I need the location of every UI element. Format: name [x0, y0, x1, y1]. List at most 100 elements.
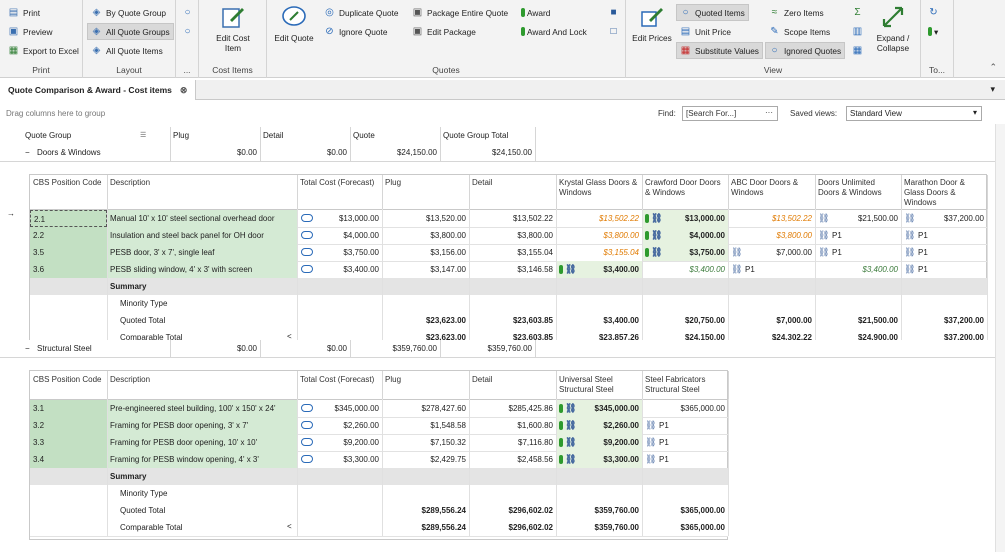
sigma-button[interactable]: Σ: [848, 4, 871, 21]
unit-price-toggle[interactable]: ▤ Unit Price: [676, 23, 735, 40]
column-header[interactable]: Universal Steel Structural Steel: [556, 371, 642, 399]
comment-icon-button[interactable]: ○: [178, 4, 201, 21]
comment-icon[interactable]: [301, 214, 313, 222]
cbs-code[interactable]: 2.1: [30, 210, 107, 227]
edit-cost-item-button[interactable]: Edit Cost Item: [207, 4, 259, 53]
link-icon[interactable]: ⛓: [645, 451, 656, 468]
comment-icon[interactable]: [301, 231, 313, 239]
total-cost[interactable]: $4,000.00: [297, 227, 382, 244]
vendor-quote-cell[interactable]: ⛓ P1: [901, 261, 987, 278]
award-icon[interactable]: [645, 248, 649, 258]
vendor-quote-cell[interactable]: ⛓ P1: [901, 227, 987, 244]
export-excel-button[interactable]: ▦ Export to Excel: [4, 42, 83, 59]
saved-views-select[interactable]: Standard View ▾: [846, 106, 982, 121]
award-dropdown-button[interactable]: ▾: [924, 23, 942, 40]
vendor-quote-cell[interactable]: ⛓ $37,200.00: [901, 210, 987, 227]
link-icon[interactable]: ⛓: [565, 261, 576, 278]
description[interactable]: Insulation and steel back panel for OH d…: [107, 227, 297, 244]
ellipsis-icon[interactable]: ···: [765, 108, 773, 117]
total-cost[interactable]: $13,000.00: [297, 210, 382, 227]
more-group-label[interactable]: ...: [176, 65, 198, 75]
award-and-lock-button[interactable]: Award And Lock: [517, 23, 591, 40]
link-icon[interactable]: ⛓: [651, 227, 662, 244]
vendor-quote-cell[interactable]: ⛓ $9,200.00: [556, 434, 642, 451]
substitute-values-toggle[interactable]: ▦ Substitute Values: [676, 42, 763, 59]
award-icon[interactable]: [559, 455, 563, 465]
column-header[interactable]: Steel Fabricators Structural Steel: [642, 371, 728, 399]
vendor-quote-cell[interactable]: $365,000.00: [642, 400, 728, 417]
link-icon[interactable]: ⛓: [645, 417, 656, 434]
link-icon[interactable]: ⛓: [651, 210, 662, 227]
vendor-quote-cell[interactable]: ⛓ $7,000.00: [728, 244, 815, 261]
link-icon[interactable]: ⛓: [731, 244, 742, 261]
column-header[interactable]: Detail: [469, 175, 556, 209]
column-header[interactable]: Crawford Door Doors & Windows: [642, 175, 728, 209]
link-icon[interactable]: ⛓: [818, 210, 829, 227]
description[interactable]: Framing for PESB door opening, 10' x 10': [107, 434, 297, 451]
find-input[interactable]: [Search For...] ···: [682, 106, 778, 121]
column-header[interactable]: Marathon Door & Glass Doors & Windows: [901, 175, 987, 209]
column-header[interactable]: CBS Position Code: [30, 371, 107, 399]
column-header[interactable]: Krystal Glass Doors & Windows: [556, 175, 642, 209]
detail-value[interactable]: $285,425.86: [469, 400, 556, 417]
award-icon[interactable]: [559, 265, 563, 275]
by-quote-group-button[interactable]: ◈ By Quote Group: [87, 4, 170, 21]
total-cost[interactable]: $3,400.00: [297, 261, 382, 278]
vendor-quote-cell[interactable]: ⛓ $2,260.00: [556, 417, 642, 434]
description[interactable]: PESB door, 3' x 7', single leaf: [107, 244, 297, 261]
duplicate-quote-button[interactable]: ◎ Duplicate Quote: [320, 4, 403, 21]
award-icon[interactable]: [559, 421, 563, 431]
vendor-quote-cell[interactable]: ⛓ $3,750.00: [642, 244, 728, 261]
award-icon[interactable]: [559, 404, 563, 414]
edit-package-button[interactable]: ▣ Edit Package: [408, 23, 480, 40]
group-header-c5[interactable]: Quote Group Total: [440, 127, 535, 144]
scope-items-toggle[interactable]: ✎ Scope Items: [765, 23, 834, 40]
lock-button[interactable]: ■: [604, 4, 627, 21]
total-cost[interactable]: $9,200.00: [297, 434, 382, 451]
zero-items-toggle[interactable]: ≈ Zero Items: [765, 4, 828, 21]
award-button[interactable]: Award: [517, 4, 554, 21]
total-cost[interactable]: $2,260.00: [297, 417, 382, 434]
detail-value[interactable]: $13,502.22: [469, 210, 556, 227]
comment-icon[interactable]: [301, 265, 313, 273]
edit-quote-button[interactable]: Edit Quote: [271, 4, 317, 43]
total-cost[interactable]: $3,300.00: [297, 451, 382, 468]
link-icon[interactable]: ⛓: [904, 210, 915, 227]
plug-value[interactable]: $3,156.00: [382, 244, 469, 261]
print-button[interactable]: ▤ Print: [4, 4, 44, 21]
total-cost[interactable]: $345,000.00: [297, 400, 382, 417]
group-header-c3[interactable]: Detail: [260, 127, 350, 144]
plug-value[interactable]: $278,427.60: [382, 400, 469, 417]
award-icon[interactable]: [559, 438, 563, 448]
unlock-button[interactable]: □: [604, 23, 627, 40]
link-icon[interactable]: ⛓: [818, 227, 829, 244]
comment-icon[interactable]: [301, 421, 313, 429]
package-entire-quote-button[interactable]: ▣ Package Entire Quote: [408, 4, 512, 21]
close-tab-icon[interactable]: ⊗: [180, 85, 188, 96]
plug-value[interactable]: $3,800.00: [382, 227, 469, 244]
column-header[interactable]: Plug: [382, 371, 469, 399]
vertical-scrollbar[interactable]: [995, 124, 1005, 552]
detail-value[interactable]: $7,116.80: [469, 434, 556, 451]
edit-prices-button[interactable]: Edit Prices: [630, 4, 674, 43]
vendor-quote-cell[interactable]: $13,502.22: [728, 210, 815, 227]
vendor-quote-cell[interactable]: $3,800.00: [728, 227, 815, 244]
cbs-code[interactable]: 3.6: [30, 261, 107, 278]
cbs-code[interactable]: 3.5: [30, 244, 107, 261]
total-cost[interactable]: $3,750.00: [297, 244, 382, 261]
column-header[interactable]: Total Cost (Forecast): [297, 175, 382, 209]
quoted-items-toggle[interactable]: ○ Quoted Items: [676, 4, 749, 21]
vendor-quote-cell[interactable]: ⛓ $21,500.00: [815, 210, 901, 227]
group-header-c2[interactable]: Plug: [170, 127, 260, 144]
column-header[interactable]: Total Cost (Forecast): [297, 371, 382, 399]
grid-button[interactable]: ▦: [848, 42, 871, 59]
vendor-quote-cell[interactable]: ⛓ P1: [815, 244, 901, 261]
detail-value[interactable]: $1,600.80: [469, 417, 556, 434]
vendor-quote-cell[interactable]: ⛓ P1: [642, 417, 728, 434]
vendor-quote-cell[interactable]: ⛓ P1: [815, 227, 901, 244]
link-icon[interactable]: ⛓: [904, 227, 915, 244]
refresh-button[interactable]: ↻: [924, 4, 947, 21]
group-header-c4[interactable]: Quote: [350, 127, 440, 144]
link-icon[interactable]: ⛓: [565, 434, 576, 451]
award-icon[interactable]: [645, 214, 649, 224]
